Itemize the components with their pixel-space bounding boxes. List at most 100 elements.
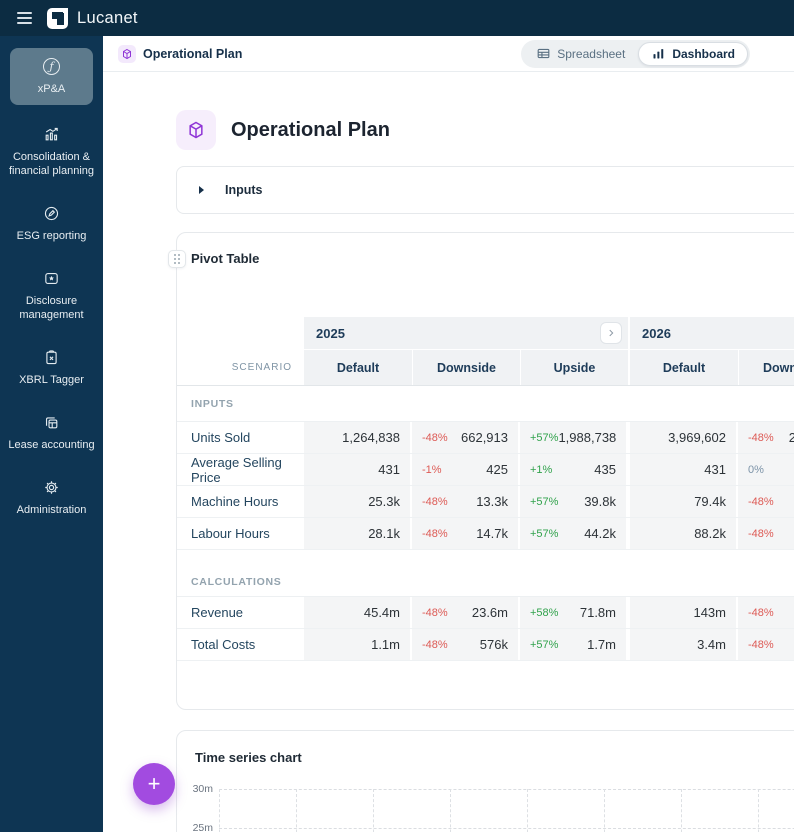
delta-badge: -48% [748, 527, 774, 540]
row-label: Labour Hours [177, 518, 304, 549]
scenario-label: SCENARIO [177, 350, 304, 385]
sidebar-item-label: Disclosure management [19, 295, 84, 321]
sidebar-item-xbrl[interactable]: XBRL Tagger [5, 345, 98, 391]
pivot-cell: -1% 425 [412, 454, 520, 485]
cell-value: 576k [479, 637, 508, 652]
page-header: Operational Plan [176, 110, 390, 150]
row-label: Total Costs [177, 629, 304, 660]
table-row: Machine Hours 25.3k -48% 13.3k +57% 39.8k … [177, 486, 794, 518]
sidebar: ƒ xP&A Consolidation & financial plannin… [0, 36, 103, 832]
sidebar-item-xpa[interactable]: ƒ xP&A [10, 48, 93, 105]
delta-badge: +57% [530, 431, 559, 444]
pivot-table: 2025 2026 SCENARIO Default Downside Upsi… [177, 317, 794, 661]
gear-icon [45, 481, 58, 494]
column-header: Downside [738, 350, 794, 385]
pivot-cell: -48% 14.7k [412, 518, 520, 549]
sidebar-item-label: xP&A [37, 83, 66, 95]
breadcrumb[interactable]: Operational Plan [118, 44, 243, 63]
scenario-header-row: SCENARIO Default Downside Upside Default… [177, 350, 794, 386]
delta-badge: +57% [530, 638, 559, 651]
page-title: Operational Plan [231, 118, 390, 141]
cell-value: 28.1k [368, 526, 400, 541]
pivot-cell: -48% 23.6m [412, 597, 520, 628]
delta-badge: -1% [422, 463, 442, 476]
cell-value: 662,913 [461, 430, 508, 445]
cell-value: 143m [693, 605, 726, 620]
delta-badge: 0% [748, 463, 764, 476]
delta-badge: +58% [530, 606, 559, 619]
sidebar-item-lease[interactable]: Lease accounting [5, 410, 98, 456]
pivot-cell: 3.4m [630, 629, 738, 660]
star-document-icon [45, 272, 58, 285]
gridline [219, 828, 794, 829]
gridline [296, 789, 297, 832]
cell-value: 2, [788, 430, 794, 445]
pivot-cell: 79.4k [630, 486, 738, 517]
cube-icon [176, 110, 216, 150]
delta-badge: +1% [530, 463, 553, 476]
dashboard-label: Dashboard [672, 46, 735, 61]
y-axis-tick: 30m [192, 783, 213, 795]
pivot-cell: -48% [738, 486, 794, 517]
breadcrumb-title: Operational Plan [143, 46, 243, 61]
pivot-cell: 1.1m [304, 629, 412, 660]
cell-value: 79.4k [694, 494, 726, 509]
sidebar-item-consolidation[interactable]: Consolidation & financial planning [5, 122, 98, 182]
pivot-cell: -48% 576k [412, 629, 520, 660]
year-group-2025: 2025 [304, 317, 628, 349]
function-icon: ƒ [43, 58, 60, 75]
cell-value: 71.8m [579, 605, 616, 620]
pivot-cell: 45.4m [304, 597, 412, 628]
cell-value: 39.8k [584, 494, 616, 509]
dashboard-toggle-button[interactable]: Dashboard [638, 41, 748, 66]
cell-value: 1,264,838 [342, 430, 400, 445]
table-row: Revenue 45.4m -48% 23.6m +58% 71.8m 143m -… [177, 597, 794, 629]
lucanet-logo-icon [47, 7, 68, 29]
pivot-cell: +57% 39.8k [520, 486, 628, 517]
menu-icon[interactable] [17, 12, 32, 24]
pivot-table-card: Pivot Table 2025 2026 SCENARIO Default D… [168, 232, 794, 710]
gridline [527, 789, 528, 832]
cell-value: 45.4m [363, 605, 400, 620]
cell-value: 1,988,738 [558, 430, 617, 445]
pivot-cell: -48% 662,913 [412, 422, 520, 453]
drag-handle[interactable] [168, 250, 186, 268]
section-header-inputs: INPUTS [177, 386, 794, 422]
delta-badge: +57% [530, 527, 559, 540]
spreadsheet-icon [537, 48, 550, 59]
row-label: Revenue [177, 597, 304, 628]
pivot-cell: -48% [738, 629, 794, 660]
cell-value: 13.3k [476, 494, 508, 509]
table-row: Total Costs 1.1m -48% 576k +57% 1.7m 3.4m … [177, 629, 794, 661]
cell-value: 431 [378, 462, 400, 477]
scroll-right-button[interactable] [600, 322, 622, 344]
column-header: Downside [412, 350, 520, 385]
sidebar-item-label: Administration [16, 504, 87, 516]
gridline [219, 789, 794, 790]
breadcrumb-bar: Operational Plan Spreadsheet Dashboard [103, 36, 794, 72]
y-axis-tick: 25m [192, 822, 213, 832]
clipboard-x-icon [46, 350, 57, 365]
spreadsheet-toggle-button[interactable]: Spreadsheet [523, 42, 638, 66]
gridline [450, 789, 451, 832]
gridline [758, 789, 759, 832]
sidebar-item-esg[interactable]: ESG reporting [5, 201, 98, 247]
delta-badge: -48% [422, 527, 448, 540]
table-row: Average Selling Price 431 -1% 425 +1% 435 … [177, 454, 794, 486]
row-label: Machine Hours [177, 486, 304, 517]
bar-chart-arrow-icon [45, 127, 58, 141]
sidebar-item-administration[interactable]: Administration [5, 475, 98, 521]
column-header: Default [304, 350, 412, 385]
sidebar-item-disclosure[interactable]: Disclosure management [5, 266, 98, 326]
lease-calendar-icon [45, 417, 58, 429]
pivot-title: Pivot Table [191, 251, 260, 266]
delta-badge: -48% [748, 431, 774, 444]
chevron-right-icon [199, 186, 204, 194]
cell-value: 44.2k [584, 526, 616, 541]
add-button[interactable]: + [133, 763, 175, 805]
inputs-expander[interactable]: Inputs [176, 166, 794, 214]
cell-value: 425 [486, 462, 508, 477]
sidebar-item-label: Consolidation & financial planning [8, 151, 94, 177]
delta-badge: -48% [422, 431, 448, 444]
pivot-cell: +58% 71.8m [520, 597, 628, 628]
